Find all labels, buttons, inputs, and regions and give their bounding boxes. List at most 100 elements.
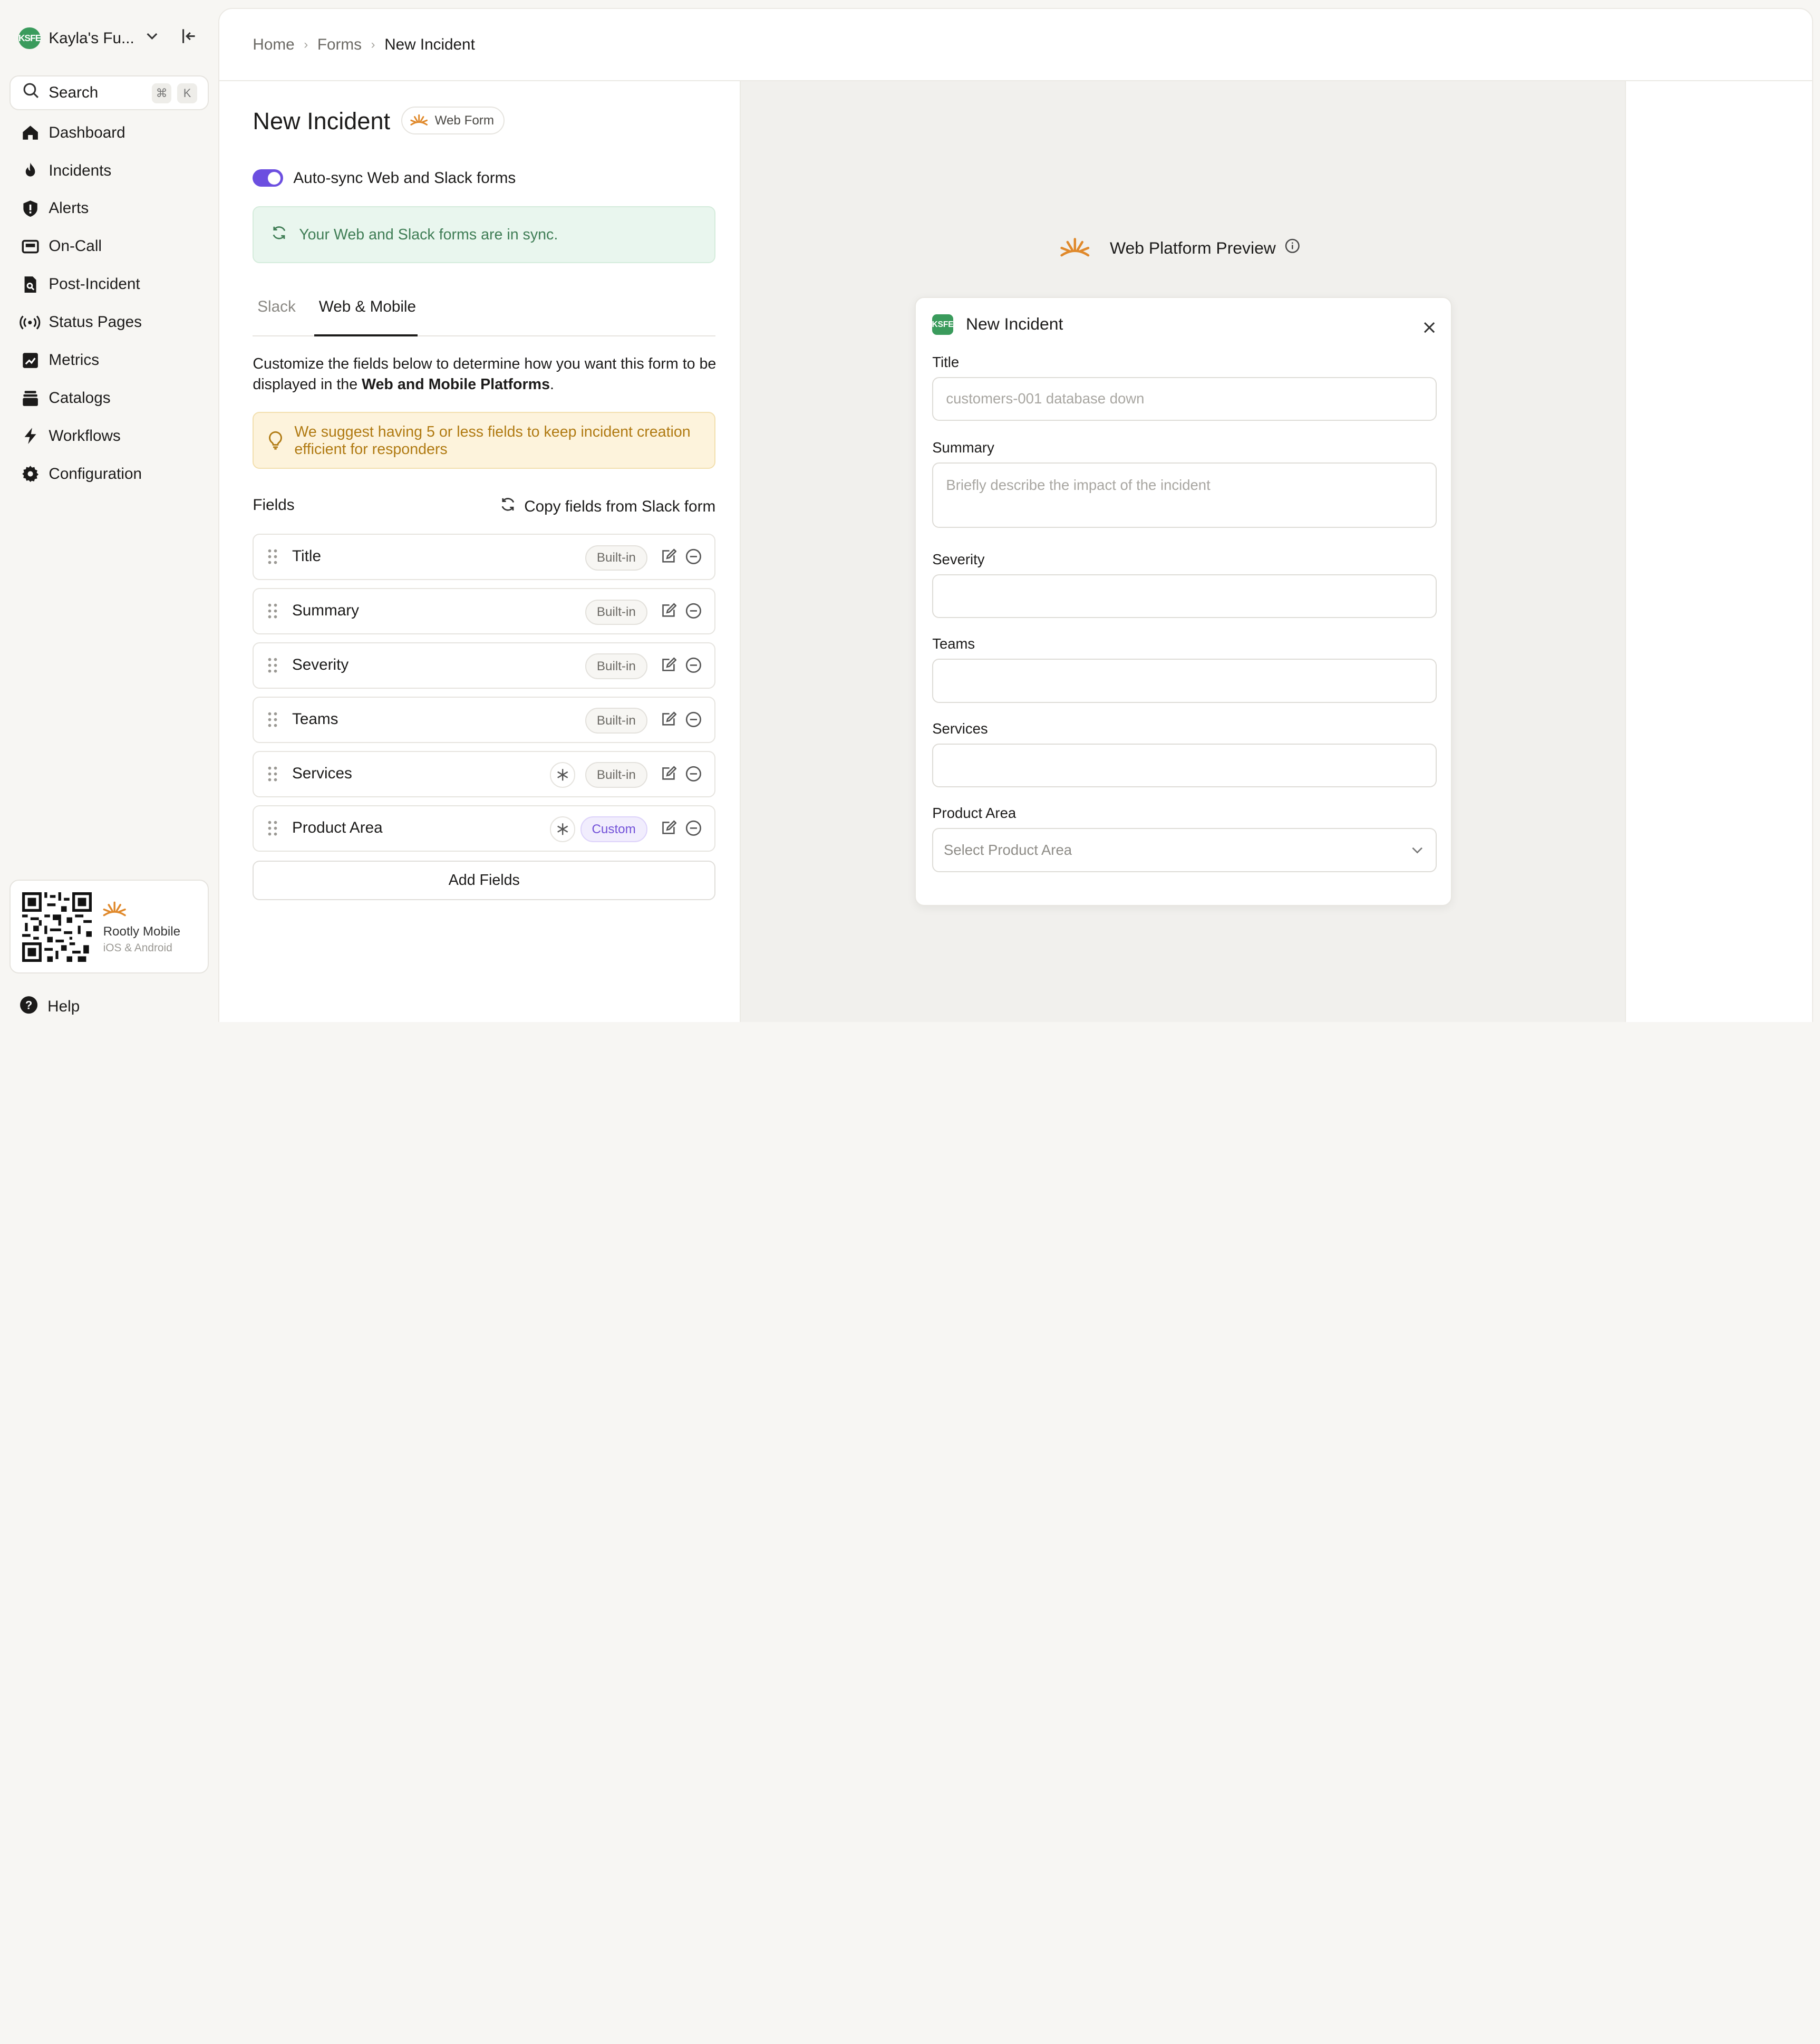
description-suffix: . <box>549 376 554 393</box>
field-row[interactable]: Teams Built-in <box>253 696 716 743</box>
copy-fields-button[interactable]: Copy fields from Slack form <box>500 496 715 517</box>
broadcast-icon <box>20 312 41 333</box>
app: KSFE Kayla's Fu... Search ⌘ K Dashboard <box>0 0 1820 1023</box>
teams-input[interactable] <box>932 659 1437 703</box>
nav-label: Metrics <box>49 351 100 369</box>
kbd-command: ⌘ <box>151 83 172 103</box>
copy-fields-label: Copy fields from Slack form <box>524 497 716 515</box>
remove-icon[interactable] <box>685 766 702 787</box>
auto-sync-label: Auto-sync Web and Slack forms <box>293 169 516 187</box>
nav-item-on-call[interactable]: On-Call <box>0 227 217 265</box>
help-icon: ? <box>20 996 38 1018</box>
page-title: New Incident <box>253 108 391 135</box>
nav-item-metrics[interactable]: Metrics <box>0 341 217 379</box>
warning-text: We suggest having 5 or less fields to ke… <box>294 423 691 458</box>
auto-sync-toggle[interactable] <box>253 169 283 187</box>
collapse-sidebar-icon[interactable] <box>180 27 198 50</box>
top-bar: Home › Forms › New Incident <box>219 9 1812 81</box>
drag-handle-icon[interactable] <box>267 710 278 734</box>
severity-input[interactable] <box>932 574 1437 619</box>
summary-textarea[interactable]: Briefly describe the impact of the incid… <box>932 462 1437 528</box>
asterisk-icon[interactable] <box>549 816 576 842</box>
breadcrumb-forms[interactable]: Forms <box>317 36 362 54</box>
title-input[interactable]: customers-001 database down <box>932 377 1437 421</box>
fields-header: Fields Copy fields from Slack form <box>253 496 715 519</box>
workspace-name: Kayla's Fu... <box>49 29 134 47</box>
field-name: Severity <box>292 655 349 673</box>
kbd-k: K <box>177 83 197 103</box>
document-search-icon <box>20 274 41 295</box>
edit-icon[interactable] <box>660 657 677 678</box>
nav-label: Alerts <box>49 199 89 217</box>
add-fields-button[interactable]: Add Fields <box>253 861 716 900</box>
drag-handle-icon[interactable] <box>267 602 278 625</box>
nav-item-alerts[interactable]: Alerts <box>0 189 217 227</box>
search-button[interactable]: Search ⌘ K <box>9 75 209 110</box>
title-label: Title <box>932 353 960 370</box>
field-row[interactable]: Summary Built-in <box>253 587 716 634</box>
chart-icon <box>20 350 41 371</box>
breadcrumb-current: New Incident <box>384 35 475 53</box>
mobile-app-card[interactable]: Rootly Mobile iOS & Android <box>9 879 209 973</box>
field-name: Summary <box>292 601 359 619</box>
field-type-badge: Built-in <box>585 762 647 788</box>
field-row[interactable]: Severity Built-in <box>253 642 716 689</box>
teams-label: Teams <box>932 635 975 652</box>
breadcrumb-home[interactable]: Home <box>253 36 294 54</box>
lightbulb-icon <box>267 430 284 454</box>
form-description: Customize the fields below to determine … <box>253 354 717 396</box>
nav-item-dashboard[interactable]: Dashboard <box>0 114 217 152</box>
remove-icon[interactable] <box>685 820 702 841</box>
nav-label: Post-Incident <box>49 275 140 293</box>
chevron-down-icon <box>1410 843 1424 861</box>
workspace-switcher[interactable]: KSFE Kayla's Fu... <box>18 27 204 50</box>
tab-slack[interactable]: Slack <box>257 298 296 316</box>
gear-icon <box>20 464 41 485</box>
field-type-badge: Built-in <box>585 599 647 625</box>
preview-modal: KSFE New Incident Title customers-001 da… <box>915 296 1452 906</box>
remove-icon[interactable] <box>685 711 702 732</box>
remove-icon[interactable] <box>685 603 702 624</box>
tab-web-mobile[interactable]: Web & Mobile <box>319 298 416 316</box>
nav-item-post-incident[interactable]: Post-Incident <box>0 265 217 303</box>
nav-label: Incidents <box>49 161 112 179</box>
field-name: Services <box>292 764 352 782</box>
field-name: Teams <box>292 710 338 728</box>
product-area-select[interactable]: Select Product Area <box>932 828 1437 872</box>
field-row[interactable]: Services Built-in <box>253 750 716 797</box>
nav-item-catalogs[interactable]: Catalogs <box>0 379 217 417</box>
help-button[interactable]: ? Help <box>20 996 80 1018</box>
edit-icon[interactable] <box>660 711 677 732</box>
main-panel: Home › Forms › New Incident New Incident… <box>218 8 1813 1023</box>
product-area-placeholder: Select Product Area <box>943 842 1072 859</box>
field-type-badge: Built-in <box>585 545 647 571</box>
close-icon[interactable] <box>1423 317 1436 339</box>
rootly-logo-icon <box>410 114 428 126</box>
info-icon[interactable] <box>1285 238 1300 258</box>
edit-icon[interactable] <box>660 766 677 787</box>
drag-handle-icon[interactable] <box>267 656 278 679</box>
drag-handle-icon[interactable] <box>267 819 278 842</box>
chevron-down-icon[interactable] <box>144 28 160 49</box>
drag-handle-icon[interactable] <box>267 765 278 788</box>
field-row[interactable]: Title Built-in <box>253 533 716 580</box>
edit-icon[interactable] <box>660 603 677 624</box>
remove-icon[interactable] <box>685 657 702 678</box>
edit-icon[interactable] <box>660 548 677 570</box>
services-input[interactable] <box>932 743 1437 788</box>
field-row[interactable]: Product Area Custom <box>253 805 716 852</box>
nav-item-status-pages[interactable]: Status Pages <box>0 303 217 341</box>
search-label: Search <box>49 84 99 101</box>
remove-icon[interactable] <box>685 548 702 570</box>
field-type-badge: Built-in <box>585 653 647 679</box>
nav-item-workflows[interactable]: Workflows <box>0 417 217 455</box>
mobile-subtitle: iOS & Android <box>103 942 172 954</box>
edit-icon[interactable] <box>660 820 677 841</box>
asterisk-icon[interactable] <box>549 762 576 788</box>
bolt-icon <box>20 426 41 447</box>
nav-item-configuration[interactable]: Configuration <box>0 455 217 493</box>
severity-label: Severity <box>932 551 985 567</box>
nav-item-incidents[interactable]: Incidents <box>0 152 217 190</box>
drag-handle-icon[interactable] <box>267 547 278 571</box>
preview-pane: Web Platform Preview KSFE New Incident T… <box>740 81 1627 1023</box>
